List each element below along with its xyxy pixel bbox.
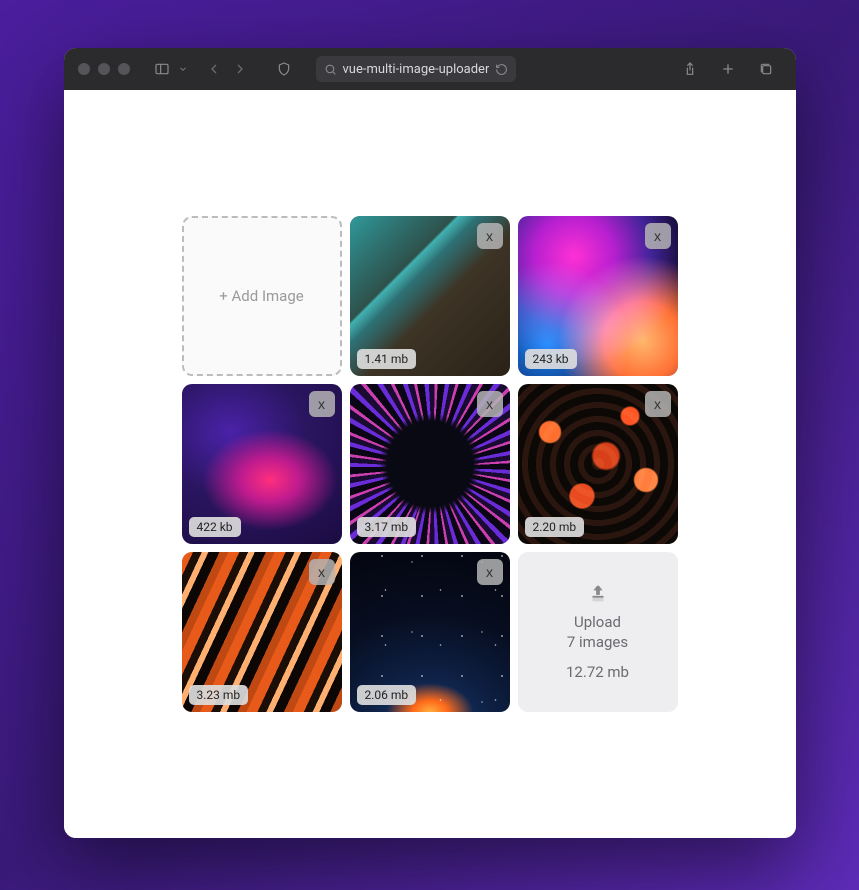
fullscreen-window-button[interactable] (118, 63, 130, 75)
share-button[interactable] (678, 57, 702, 81)
image-size-badge: 1.41 mb (357, 349, 417, 369)
upload-button[interactable]: Upload 7 images 12.72 mb (518, 552, 678, 712)
upload-label: Upload (574, 613, 621, 631)
remove-image-button[interactable]: x (309, 559, 335, 585)
nav-forward-button[interactable] (228, 57, 252, 81)
minimize-window-button[interactable] (98, 63, 110, 75)
image-tile: x 1.41 mb (350, 216, 510, 376)
image-size-badge: 243 kb (525, 349, 577, 369)
upload-count: 7 images (567, 633, 628, 651)
address-bar[interactable]: vue-multi-image-uploader (316, 56, 517, 82)
image-size-badge: 2.06 mb (357, 685, 417, 705)
add-image-button[interactable]: + Add Image (182, 216, 342, 376)
image-tile: x 422 kb (182, 384, 342, 544)
remove-image-button[interactable]: x (309, 391, 335, 417)
upload-icon (587, 583, 609, 605)
add-image-label: + Add Image (219, 287, 303, 305)
image-size-badge: 3.23 mb (189, 685, 249, 705)
remove-image-button[interactable]: x (645, 391, 671, 417)
image-tile: x 243 kb (518, 216, 678, 376)
browser-window: vue-multi-image-uploader + Add Image x (64, 48, 796, 838)
nav-back-button[interactable] (202, 57, 226, 81)
image-tile: x 3.23 mb (182, 552, 342, 712)
reload-icon[interactable] (495, 63, 508, 76)
remove-image-button[interactable]: x (477, 559, 503, 585)
sidebar-dropdown-button[interactable] (178, 57, 188, 81)
image-size-badge: 2.20 mb (525, 517, 585, 537)
image-tile: x 3.17 mb (350, 384, 510, 544)
tabs-overview-button[interactable] (754, 57, 778, 81)
titlebar: vue-multi-image-uploader (64, 48, 796, 90)
shield-icon[interactable] (272, 57, 296, 81)
page-content: + Add Image x 1.41 mb x 243 kb x 422 kb … (64, 90, 796, 838)
new-tab-button[interactable] (716, 57, 740, 81)
traffic-lights (78, 63, 130, 75)
image-size-badge: 3.17 mb (357, 517, 417, 537)
remove-image-button[interactable]: x (477, 223, 503, 249)
image-size-badge: 422 kb (189, 517, 241, 537)
image-grid: + Add Image x 1.41 mb x 243 kb x 422 kb … (182, 216, 678, 712)
remove-image-button[interactable]: x (477, 391, 503, 417)
remove-image-button[interactable]: x (645, 223, 671, 249)
search-icon (324, 63, 337, 76)
image-tile: x 2.20 mb (518, 384, 678, 544)
address-url: vue-multi-image-uploader (343, 62, 490, 77)
sidebar-toggle-button[interactable] (150, 57, 174, 81)
close-window-button[interactable] (78, 63, 90, 75)
image-tile: x 2.06 mb (350, 552, 510, 712)
upload-total-size: 12.72 mb (566, 663, 629, 681)
